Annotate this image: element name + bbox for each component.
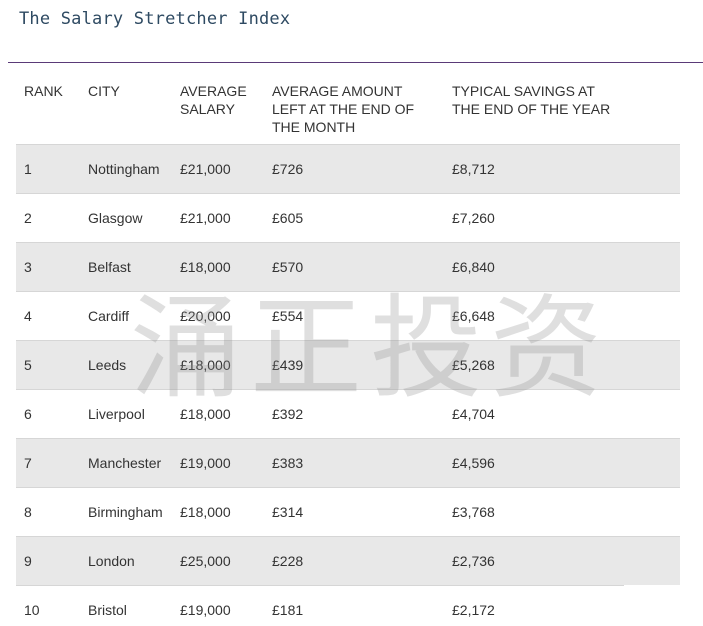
page-title: The Salary Stretcher Index <box>19 9 291 29</box>
cell-amount-left: £726 <box>272 161 304 177</box>
cell-amount-left: £314 <box>272 504 304 520</box>
table-row: 10 Bristol £19,000 £181 £2,172 <box>16 585 624 626</box>
cell-amount-left: £228 <box>272 553 304 569</box>
cell-rank: 7 <box>24 455 32 471</box>
page: The Salary Stretcher Index RANK CITY AVE… <box>0 0 703 626</box>
cell-amount-left: £181 <box>272 602 304 618</box>
table-row: 9 London £25,000 £228 £2,736 <box>16 536 680 585</box>
cell-rank: 3 <box>24 259 32 275</box>
table-header-row: RANK CITY AVERAGE SALARY AVERAGE AMOUNT … <box>16 72 680 144</box>
cell-city: Glasgow <box>88 210 143 226</box>
cell-average-salary: £19,000 <box>180 602 231 618</box>
salary-table: RANK CITY AVERAGE SALARY AVERAGE AMOUNT … <box>16 72 680 626</box>
cell-average-salary: £18,000 <box>180 406 231 422</box>
table-row: 4 Cardiff £20,000 £554 £6,648 <box>16 291 680 340</box>
header-typical-savings: TYPICAL SAVINGS AT THE END OF THE YEAR <box>452 83 611 117</box>
cell-city: Manchester <box>88 455 162 471</box>
table-row: 7 Manchester £19,000 £383 £4,596 <box>16 438 680 487</box>
cell-rank: 8 <box>24 504 32 520</box>
cell-typical-savings: £6,648 <box>452 308 495 324</box>
header-rank: RANK <box>24 83 63 99</box>
table-row: 2 Glasgow £21,000 £605 £7,260 <box>16 193 680 242</box>
table-body: 1 Nottingham £21,000 £726 £8,712 2 Glasgow £21,… <box>16 144 680 626</box>
cell-typical-savings: £4,596 <box>452 455 495 471</box>
cell-typical-savings: £3,768 <box>452 504 495 520</box>
cell-typical-savings: £7,260 <box>452 210 495 226</box>
header-city: CITY <box>88 83 120 99</box>
cell-rank: 10 <box>24 602 40 618</box>
cell-average-salary: £19,000 <box>180 455 231 471</box>
cell-average-salary: £18,000 <box>180 357 231 373</box>
cell-typical-savings: £2,736 <box>452 553 495 569</box>
cell-amount-left: £392 <box>272 406 304 422</box>
cell-amount-left: £554 <box>272 308 304 324</box>
cell-rank: 9 <box>24 553 32 569</box>
cell-city: Belfast <box>88 259 131 275</box>
cell-rank: 1 <box>24 161 32 177</box>
cell-rank: 6 <box>24 406 32 422</box>
cell-average-salary: £25,000 <box>180 553 231 569</box>
header-amount-left: AVERAGE AMOUNT LEFT AT THE END OF THE MO… <box>272 83 415 135</box>
cell-amount-left: £383 <box>272 455 304 471</box>
table-row: 1 Nottingham £21,000 £726 £8,712 <box>16 144 680 193</box>
header-average-salary: AVERAGE SALARY <box>180 83 247 117</box>
cell-city: Birmingham <box>88 504 163 520</box>
cell-average-salary: £18,000 <box>180 504 231 520</box>
table-row: 6 Liverpool £18,000 £392 £4,704 <box>16 389 680 438</box>
cell-city: Cardiff <box>88 308 129 324</box>
cell-rank: 4 <box>24 308 32 324</box>
table-row: 5 Leeds £18,000 £439 £5,268 <box>16 340 680 389</box>
cell-typical-savings: £2,172 <box>452 602 495 618</box>
cell-amount-left: £570 <box>272 259 304 275</box>
cell-city: Leeds <box>88 357 127 373</box>
cell-typical-savings: £4,704 <box>452 406 495 422</box>
cell-rank: 2 <box>24 210 32 226</box>
cell-average-salary: £21,000 <box>180 161 231 177</box>
cell-city: Bristol <box>88 602 127 618</box>
cell-average-salary: £20,000 <box>180 308 231 324</box>
cell-average-salary: £18,000 <box>180 259 231 275</box>
cell-typical-savings: £5,268 <box>452 357 495 373</box>
cell-amount-left: £439 <box>272 357 304 373</box>
cell-average-salary: £21,000 <box>180 210 231 226</box>
cell-rank: 5 <box>24 357 32 373</box>
cell-city: Nottingham <box>88 161 160 177</box>
table-row: 3 Belfast £18,000 £570 £6,840 <box>16 242 680 291</box>
cell-city: London <box>88 553 135 569</box>
title-divider <box>8 62 703 63</box>
cell-typical-savings: £8,712 <box>452 161 495 177</box>
cell-typical-savings: £6,840 <box>452 259 495 275</box>
table-row: 8 Birmingham £18,000 £314 £3,768 <box>16 487 680 536</box>
cell-city: Liverpool <box>88 406 145 422</box>
cell-amount-left: £605 <box>272 210 304 226</box>
